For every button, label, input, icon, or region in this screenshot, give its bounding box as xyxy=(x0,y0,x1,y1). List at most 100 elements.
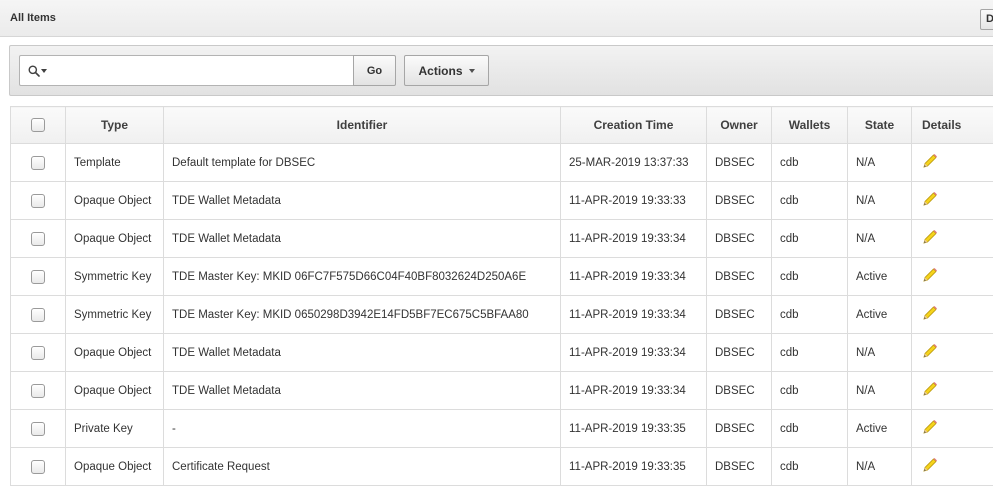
table-row: Private Key - 11-APR-2019 19:33:35 DBSEC… xyxy=(10,409,993,448)
cell-wallets: cdb xyxy=(771,219,848,258)
pencil-edit-icon[interactable] xyxy=(922,457,938,476)
table-row: Opaque Object TDE Wallet Metadata 11-APR… xyxy=(10,333,993,372)
cell-details xyxy=(911,371,993,410)
search-icon xyxy=(28,65,40,77)
cell-type: Opaque Object xyxy=(65,371,164,410)
cell-details xyxy=(911,181,993,220)
cell-owner: DBSEC xyxy=(706,333,772,372)
cell-creation-time: 11-APR-2019 19:33:35 xyxy=(560,409,707,448)
row-checkbox[interactable] xyxy=(31,193,45,208)
cell-creation-time: 11-APR-2019 19:33:34 xyxy=(560,257,707,296)
row-select-cell xyxy=(10,295,66,334)
cell-type: Symmetric Key xyxy=(65,257,164,296)
cell-wallets: cdb xyxy=(771,371,848,410)
cell-wallets: cdb xyxy=(771,181,848,220)
cell-owner: DBSEC xyxy=(706,409,772,448)
cell-owner: DBSEC xyxy=(706,181,772,220)
cell-type: Private Key xyxy=(65,409,164,448)
cell-state: N/A xyxy=(847,333,912,372)
row-select-cell xyxy=(10,409,66,448)
table-row: Template Default template for DBSEC 25-M… xyxy=(10,143,993,182)
cell-type: Opaque Object xyxy=(65,447,164,486)
region-title: All Items xyxy=(10,12,56,24)
region-header-button[interactable]: D xyxy=(980,9,993,30)
cell-details xyxy=(911,257,993,296)
table-row: Opaque Object Certificate Request 11-APR… xyxy=(10,447,993,486)
pencil-edit-icon[interactable] xyxy=(922,153,938,172)
cell-creation-time: 11-APR-2019 19:33:34 xyxy=(560,371,707,410)
cell-identifier: TDE Master Key: MKID 06FC7F575D66C04F40B… xyxy=(163,257,561,296)
cell-details xyxy=(911,143,993,182)
cell-identifier: - xyxy=(163,409,561,448)
cell-type: Opaque Object xyxy=(65,219,164,258)
column-header-type[interactable]: Type xyxy=(65,106,164,144)
row-checkbox[interactable] xyxy=(31,459,45,474)
row-select-cell xyxy=(10,447,66,486)
cell-creation-time: 11-APR-2019 19:33:34 xyxy=(560,219,707,258)
pencil-edit-icon[interactable] xyxy=(922,419,938,438)
actions-button[interactable]: Actions xyxy=(404,55,489,86)
pencil-edit-icon[interactable] xyxy=(922,191,938,210)
row-select-cell xyxy=(10,181,66,220)
cell-state: N/A xyxy=(847,143,912,182)
cell-details xyxy=(911,409,993,448)
pencil-edit-icon[interactable] xyxy=(922,267,938,286)
cell-type: Opaque Object xyxy=(65,333,164,372)
column-header-wallets[interactable]: Wallets xyxy=(771,106,848,144)
cell-identifier: Certificate Request xyxy=(163,447,561,486)
cell-identifier: Default template for DBSEC xyxy=(163,143,561,182)
cell-details xyxy=(911,333,993,372)
go-button[interactable]: Go xyxy=(353,55,396,86)
search-input[interactable] xyxy=(56,56,352,85)
row-select-cell xyxy=(10,257,66,296)
column-header-identifier[interactable]: Identifier xyxy=(163,106,561,144)
cell-creation-time: 11-APR-2019 19:33:34 xyxy=(560,295,707,334)
search-box: Go xyxy=(19,55,396,86)
cell-state: N/A xyxy=(847,371,912,410)
pencil-edit-icon[interactable] xyxy=(922,343,938,362)
cell-owner: DBSEC xyxy=(706,219,772,258)
column-header-owner[interactable]: Owner xyxy=(706,106,772,144)
row-checkbox[interactable] xyxy=(31,421,45,436)
cell-identifier: TDE Wallet Metadata xyxy=(163,219,561,258)
cell-owner: DBSEC xyxy=(706,447,772,486)
search-column-menu[interactable] xyxy=(20,56,56,85)
row-checkbox[interactable] xyxy=(31,155,45,170)
search-toolbar: Go Actions xyxy=(9,45,993,96)
column-header-state[interactable]: State xyxy=(847,106,912,144)
cell-wallets: cdb xyxy=(771,409,848,448)
row-checkbox[interactable] xyxy=(31,269,45,284)
items-table: Type Identifier Creation Time Owner Wall… xyxy=(10,106,993,486)
cell-state: Active xyxy=(847,257,912,296)
column-header-creation-time[interactable]: Creation Time xyxy=(560,106,707,144)
row-checkbox[interactable] xyxy=(31,383,45,398)
chevron-down-icon xyxy=(41,69,47,73)
cell-type: Template xyxy=(65,143,164,182)
cell-identifier: TDE Wallet Metadata xyxy=(163,371,561,410)
pencil-edit-icon[interactable] xyxy=(922,381,938,400)
cell-creation-time: 11-APR-2019 19:33:33 xyxy=(560,181,707,220)
column-header-details[interactable]: Details xyxy=(911,106,993,144)
table-row: Opaque Object TDE Wallet Metadata 11-APR… xyxy=(10,219,993,258)
row-select-cell xyxy=(10,219,66,258)
actions-label: Actions xyxy=(418,63,463,78)
row-select-cell xyxy=(10,143,66,182)
pencil-edit-icon[interactable] xyxy=(922,229,938,248)
cell-state: Active xyxy=(847,295,912,334)
cell-type: Symmetric Key xyxy=(65,295,164,334)
cell-state: N/A xyxy=(847,219,912,258)
row-select-cell xyxy=(10,333,66,372)
cell-state: N/A xyxy=(847,447,912,486)
cell-wallets: cdb xyxy=(771,447,848,486)
row-checkbox[interactable] xyxy=(31,307,45,322)
cell-state: N/A xyxy=(847,181,912,220)
select-all-checkbox[interactable] xyxy=(31,118,45,133)
cell-creation-time: 11-APR-2019 19:33:34 xyxy=(560,333,707,372)
cell-wallets: cdb xyxy=(771,333,848,372)
row-checkbox[interactable] xyxy=(31,345,45,360)
cell-owner: DBSEC xyxy=(706,257,772,296)
table-row: Opaque Object TDE Wallet Metadata 11-APR… xyxy=(10,371,993,410)
cell-details xyxy=(911,447,993,486)
row-checkbox[interactable] xyxy=(31,231,45,246)
pencil-edit-icon[interactable] xyxy=(922,305,938,324)
